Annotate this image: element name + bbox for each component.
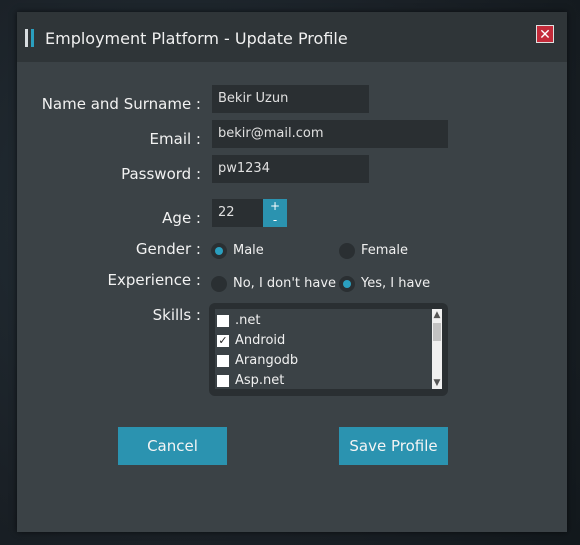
skills-listbox[interactable]: .net ✓ Android Arangodb Asp.net ▲ ▼	[209, 303, 448, 396]
skill-item-net[interactable]: .net	[215, 312, 420, 332]
age-label: Age :	[162, 209, 201, 227]
password-field[interactable]: pw1234	[212, 155, 369, 183]
name-label: Name and Surname :	[41, 95, 201, 113]
update-profile-window: Employment Platform - Update Profile ✕ N…	[17, 12, 567, 532]
cancel-button[interactable]: Cancel	[118, 427, 227, 465]
skill-checkbox-net[interactable]	[217, 315, 229, 327]
skill-checkbox-arangodb[interactable]	[217, 355, 229, 367]
gender-female-label: Female	[361, 243, 409, 258]
scrollbar-thumb[interactable]	[433, 323, 441, 341]
age-stepper-input[interactable]: 22	[212, 199, 263, 227]
scroll-up-icon[interactable]: ▲	[432, 309, 442, 321]
skill-item-android[interactable]: ✓ Android	[215, 332, 420, 352]
skill-checkbox-aspnet[interactable]	[217, 375, 229, 387]
skill-item-label: .net	[235, 313, 261, 328]
window-title: Employment Platform - Update Profile	[45, 29, 348, 48]
scroll-down-icon[interactable]: ▼	[432, 377, 442, 389]
email-field[interactable]: bekir@mail.com	[212, 120, 448, 148]
title-bar[interactable]: Employment Platform - Update Profile ✕	[17, 12, 567, 62]
save-profile-button[interactable]: Save Profile	[339, 427, 448, 465]
password-label: Password :	[121, 165, 201, 183]
experience-yes-label: Yes, I have	[361, 276, 431, 291]
skill-checkbox-android[interactable]: ✓	[217, 335, 229, 347]
gender-label: Gender :	[135, 240, 201, 258]
age-stepper: + -	[263, 199, 287, 227]
close-button[interactable]: ✕	[536, 25, 554, 43]
skills-list: .net ✓ Android Arangodb Asp.net	[215, 309, 432, 389]
gender-male-label: Male	[233, 243, 264, 258]
skill-item-arangodb[interactable]: Arangodb	[215, 352, 420, 372]
skill-item-label: Arangodb	[235, 353, 299, 368]
experience-yes-radio[interactable]	[339, 276, 355, 292]
gender-male-radio[interactable]	[211, 243, 227, 259]
name-field[interactable]: Bekir Uzun	[212, 85, 369, 113]
skills-scrollbar[interactable]: ▲ ▼	[432, 309, 442, 389]
experience-no-radio[interactable]	[211, 276, 227, 292]
experience-no-label: No, I don't have	[233, 276, 337, 291]
email-label: Email :	[149, 130, 201, 148]
experience-label: Experience :	[107, 271, 201, 289]
decrement-button[interactable]: -	[263, 213, 287, 227]
skill-item-aspnet[interactable]: Asp.net	[215, 372, 420, 392]
gender-female-radio[interactable]	[339, 243, 355, 259]
app-icon	[25, 29, 37, 47]
skill-item-label: Android	[235, 333, 286, 348]
increment-button[interactable]: +	[263, 199, 287, 213]
skill-item-label: Asp.net	[235, 373, 285, 388]
skills-label: Skills :	[152, 306, 201, 324]
